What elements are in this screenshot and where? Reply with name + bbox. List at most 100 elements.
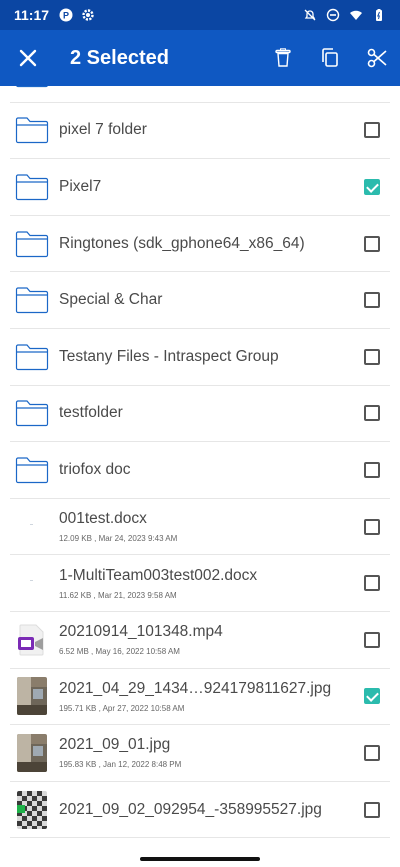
- item-name: 20210914_101348.mp4: [59, 623, 223, 641]
- row-text: testfolder: [59, 404, 364, 422]
- item-name: triofox doc: [59, 460, 131, 478]
- row-thumbnail: [14, 733, 50, 772]
- row-thumbnail: [14, 790, 50, 829]
- status-left-icons: P: [59, 8, 95, 22]
- item-meta: 195.83 KB , Jan 12, 2022 8:48 PM: [59, 760, 182, 770]
- status-bar: 11:17 P: [0, 0, 400, 30]
- row-thumbnail: [14, 395, 50, 431]
- folder-icon: [15, 174, 49, 201]
- item-name: pixel 7 folder: [59, 121, 147, 139]
- row-thumbnail: [14, 112, 50, 148]
- folder-icon: [15, 400, 49, 427]
- folder-row[interactable]: testfolder: [10, 386, 390, 443]
- row-thumbnail: [14, 622, 50, 658]
- folder-row[interactable]: Special & Char: [10, 272, 390, 329]
- select-checkbox[interactable]: [364, 292, 380, 309]
- row-thumbnail: [14, 677, 50, 716]
- item-meta: 11.62 KB , Mar 21, 2023 9:58 AM: [59, 590, 177, 600]
- row-thumbnail: [14, 86, 50, 92]
- item-meta: 12.09 KB , Mar 24, 2023 9:43 AM: [59, 534, 178, 544]
- item-name: 1-MultiTeam003test002.docx: [59, 566, 258, 584]
- cut-button[interactable]: [353, 30, 400, 86]
- select-checkbox[interactable]: [364, 575, 380, 592]
- select-checkbox[interactable]: [364, 461, 380, 478]
- item-name: Special & Char: [59, 291, 163, 309]
- file-row[interactable]: 2021_09_01.jpg 195.83 KB , Jan 12, 2022 8…: [10, 725, 390, 782]
- document-icon: [30, 523, 33, 525]
- file-row[interactable]: 1-MultiTeam003test002.docx 11.62 KB , Mar…: [10, 555, 390, 612]
- row-text: 2021_04_29_1434…924179811627.jpg 195.71 K…: [59, 680, 364, 713]
- copy-button[interactable]: [306, 30, 353, 86]
- row-text: pixel 7 folder: [59, 121, 364, 139]
- file-list: permission test folder pixel 7 folder Pixe…: [0, 86, 400, 853]
- folder-row[interactable]: permission test folder: [10, 86, 390, 103]
- file-list-scroll[interactable]: permission test folder pixel 7 folder Pixe…: [0, 86, 400, 839]
- folder-row[interactable]: triofox doc: [10, 442, 390, 499]
- row-text: 20210914_101348.mp4 6.52 MB , May 16, 202…: [59, 623, 364, 656]
- item-meta: 6.52 MB , May 16, 2022 10:58 AM: [59, 647, 180, 657]
- select-checkbox[interactable]: [364, 801, 380, 818]
- row-text: triofox doc: [59, 461, 364, 479]
- folder-icon: [15, 230, 49, 257]
- image-thumbnail: [17, 677, 47, 716]
- select-checkbox[interactable]: [364, 235, 380, 252]
- folder-icon: [16, 86, 48, 87]
- video-file-icon: [18, 624, 44, 656]
- home-gesture-handle[interactable]: [140, 857, 260, 861]
- select-checkbox[interactable]: [364, 688, 380, 705]
- select-checkbox[interactable]: [364, 518, 380, 535]
- row-text: 001test.docx 12.09 KB , Mar 24, 2023 9:43…: [59, 510, 364, 543]
- trash-icon: [274, 48, 291, 67]
- delete-button[interactable]: [259, 30, 306, 86]
- row-thumbnail: [14, 452, 50, 488]
- item-name: 2021_04_29_1434…924179811627.jpg: [59, 679, 332, 697]
- item-name: Ringtones (sdk_gphone64_x86_64): [59, 234, 305, 252]
- select-checkbox[interactable]: [364, 744, 380, 761]
- folder-row[interactable]: pixel 7 folder: [10, 103, 390, 160]
- close-selection-button[interactable]: [0, 30, 56, 86]
- row-text: Special & Char: [59, 291, 364, 309]
- scissors-icon: [367, 48, 387, 68]
- status-time: 11:17: [14, 7, 50, 23]
- status-right-icons: [303, 8, 386, 22]
- image-thumbnail: [17, 790, 47, 829]
- folder-icon: [15, 287, 49, 314]
- row-thumbnail: [14, 565, 50, 601]
- app-notification-icon: P: [59, 8, 73, 22]
- file-row[interactable]: 001test.docx 12.09 KB , Mar 24, 2023 9:43…: [10, 499, 390, 556]
- settings-gear-icon: [82, 9, 94, 21]
- select-checkbox[interactable]: [364, 631, 380, 648]
- selection-actions: [259, 30, 400, 86]
- row-text: Ringtones (sdk_gphone64_x86_64): [59, 235, 364, 253]
- close-icon: [19, 49, 37, 67]
- select-checkbox[interactable]: [364, 122, 380, 139]
- wifi-icon: [350, 10, 362, 20]
- selection-action-bar: 2 Selected: [0, 30, 400, 86]
- row-text: 2021_09_01.jpg 195.83 KB , Jan 12, 2022 8…: [59, 736, 364, 769]
- document-icon: [30, 580, 33, 582]
- svg-text:P: P: [63, 11, 69, 21]
- item-name: Testany Files - Intraspect Group: [59, 347, 279, 365]
- file-row[interactable]: 20210914_101348.mp4 6.52 MB , May 16, 202…: [10, 612, 390, 669]
- folder-icon: [15, 117, 49, 144]
- select-checkbox[interactable]: [364, 348, 380, 365]
- item-meta: 195.71 KB , Apr 27, 2022 10:58 AM: [59, 703, 185, 713]
- folder-icon: [15, 344, 49, 370]
- row-thumbnail: [14, 226, 50, 262]
- file-row[interactable]: 2021_09_02_092954_-358995527.jpg: [10, 782, 390, 839]
- item-name: 001test.docx: [59, 510, 147, 528]
- row-thumbnail: [14, 339, 50, 375]
- select-checkbox[interactable]: [364, 178, 380, 195]
- notifications-off-icon: [304, 9, 316, 21]
- item-name: testfolder: [59, 404, 123, 422]
- file-row[interactable]: 2021_04_29_1434…924179811627.jpg 195.71 K…: [10, 669, 390, 726]
- folder-row[interactable]: Pixel7: [10, 159, 390, 216]
- folder-row[interactable]: Ringtones (sdk_gphone64_x86_64): [10, 216, 390, 273]
- select-checkbox[interactable]: [364, 405, 380, 422]
- folder-row[interactable]: Testany Files - Intraspect Group: [10, 329, 390, 386]
- item-name: 2021_09_01.jpg: [59, 736, 171, 754]
- item-name: Pixel7: [59, 177, 102, 195]
- row-text: Testany Files - Intraspect Group: [59, 348, 364, 366]
- item-name: 2021_09_02_092954_-358995527.jpg: [59, 800, 322, 818]
- row-text: Pixel7: [59, 178, 364, 196]
